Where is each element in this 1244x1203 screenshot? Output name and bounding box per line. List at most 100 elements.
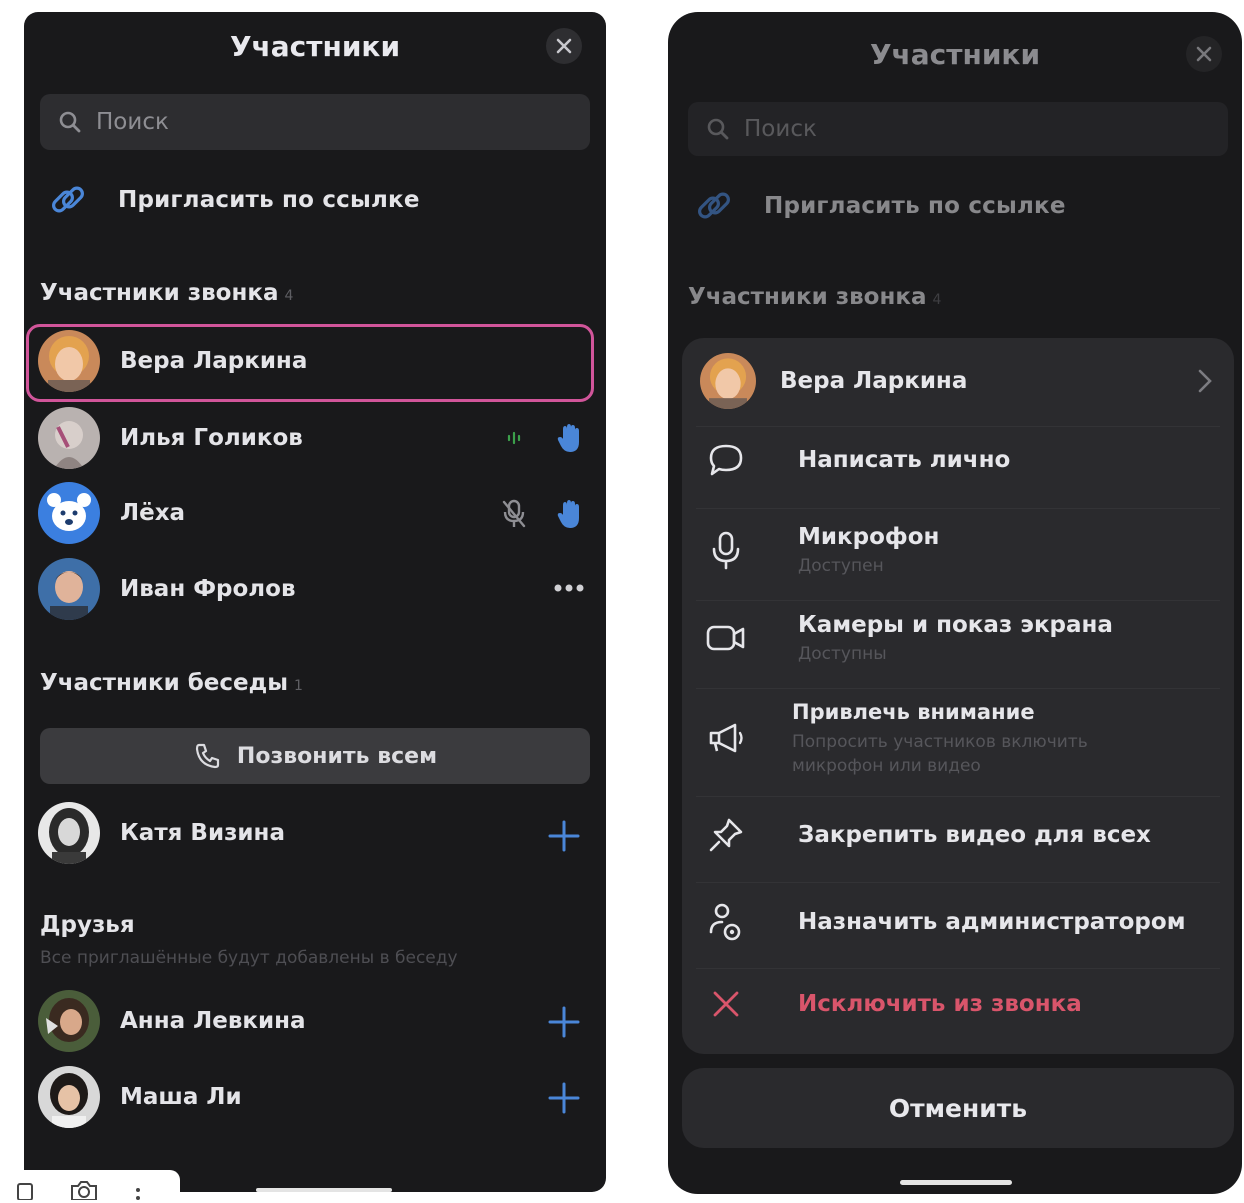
add-icon[interactable]: [548, 820, 580, 852]
close-button[interactable]: [1186, 36, 1222, 72]
search-field[interactable]: [40, 94, 590, 150]
home-indicator: [256, 1188, 392, 1192]
microphone-label: Микрофон: [798, 524, 940, 550]
avatar: [38, 1066, 100, 1128]
search-icon: [707, 118, 729, 140]
camera-screen-button[interactable]: Камеры и показ экрана Доступны: [706, 612, 1113, 664]
message-icon: [709, 444, 743, 476]
camera-icon: [706, 625, 745, 651]
divider: [696, 426, 1220, 427]
friend-row[interactable]: Анна Левкина: [38, 990, 306, 1052]
participant-name: Илья Голиков: [120, 425, 303, 451]
call-all-label: Позвонить всем: [236, 743, 438, 769]
call-all-button[interactable]: Позвонить всем: [40, 728, 590, 784]
mic-icon: [712, 531, 740, 570]
participants-panel-left: Участники Пригласить по ссылке Участники…: [24, 12, 606, 1192]
participant-row[interactable]: Вера Ларкина: [38, 330, 307, 392]
request-attention-button[interactable]: Привлечь внимание Попросить участников в…: [706, 700, 1088, 776]
microphone-status: Доступен: [798, 556, 884, 576]
chat-participants-title: Участники беседы: [40, 670, 289, 696]
chat-participant-row[interactable]: Катя Визина: [38, 802, 285, 864]
message-privately-button[interactable]: Написать лично: [706, 442, 1010, 478]
camera-screen-status: Доступны: [798, 644, 887, 664]
more-vertical-icon[interactable]: [134, 1174, 142, 1200]
participant-row[interactable]: Иван Фролов: [38, 558, 296, 620]
friend-row[interactable]: Маша Ли: [38, 1066, 242, 1128]
page-title: Участники: [229, 30, 401, 63]
pin-video-button[interactable]: Закрепить видео для всех: [706, 816, 1151, 854]
participant-name: Катя Визина: [120, 820, 285, 846]
make-admin-label: Назначить администратором: [798, 909, 1186, 935]
avatar: [38, 330, 100, 392]
friend-name: Анна Левкина: [120, 1008, 306, 1034]
add-icon[interactable]: [548, 1082, 580, 1114]
device-icon[interactable]: [16, 1174, 34, 1200]
participant-name: Лёха: [120, 500, 186, 526]
avatar: [38, 990, 100, 1052]
sound-wave-icon: [507, 431, 521, 445]
chat-participants-count: 1: [294, 678, 303, 694]
call-participants-count: 4: [932, 292, 942, 308]
megaphone-icon: [709, 723, 743, 753]
close-button[interactable]: [546, 28, 582, 64]
invite-link-label: Пригласить по ссылке: [118, 187, 420, 213]
friends-title: Друзья: [40, 912, 135, 938]
divider: [696, 882, 1220, 883]
camera-screen-label: Камеры и показ экрана: [798, 612, 1113, 638]
divider: [696, 796, 1220, 797]
request-attention-label: Привлечь внимание: [792, 700, 1035, 724]
participant-header-row[interactable]: Вера Ларкина: [700, 348, 1220, 414]
link-icon: [52, 186, 84, 213]
divider: [696, 600, 1220, 601]
close-icon: [556, 38, 572, 54]
participants-panel-right: Участники Пригласить по ссылке Участники…: [668, 12, 1242, 1194]
search-input[interactable]: [96, 109, 516, 135]
participant-name: Вера Ларкина: [780, 368, 968, 394]
raised-hand-icon: [557, 424, 579, 452]
avatar: [700, 353, 756, 409]
participant-name: Вера Ларкина: [120, 348, 308, 374]
page-title: Участники: [869, 38, 1041, 71]
remove-from-call-label: Исключить из звонка: [798, 991, 1082, 1017]
invite-link-label: Пригласить по ссылке: [764, 193, 1066, 219]
cancel-button[interactable]: Отменить: [682, 1068, 1234, 1148]
raised-hand-icon: [557, 500, 579, 528]
remove-from-call-button[interactable]: Исключить из звонка: [706, 990, 1082, 1018]
search-field[interactable]: [688, 102, 1228, 156]
invite-link-button[interactable]: Пригласить по ссылке: [48, 180, 420, 220]
participant-row[interactable]: Илья Голиков: [38, 407, 303, 469]
call-participants-header: Участники звонка 4: [40, 280, 293, 306]
avatar: [38, 482, 100, 544]
participant-name: Иван Фролов: [120, 576, 296, 602]
divider: [696, 688, 1220, 689]
admin-icon: [709, 903, 741, 941]
call-participants-title: Участники звонка: [40, 280, 279, 306]
divider: [696, 968, 1220, 969]
avatar: [38, 802, 100, 864]
microphone-button[interactable]: Микрофон Доступен: [706, 524, 939, 576]
friends-subtitle: Все приглашённые будут добавлены в бесед…: [40, 948, 458, 968]
search-icon: [59, 111, 81, 133]
more-icon[interactable]: [552, 582, 586, 594]
add-icon[interactable]: [548, 1006, 580, 1038]
participant-row[interactable]: Лёха: [38, 482, 185, 544]
message-privately-label: Написать лично: [798, 447, 1011, 473]
call-participants-count: 4: [284, 288, 294, 304]
participant-action-sheet: Вера Ларкина Написать лично Микрофон Дос…: [682, 338, 1234, 1054]
cancel-label: Отменить: [888, 1093, 1028, 1123]
friend-name: Маша Ли: [120, 1084, 242, 1110]
request-attention-subtitle: Попросить участников включить: [792, 732, 1088, 752]
mic-off-icon: [502, 499, 526, 528]
pin-icon: [709, 818, 743, 852]
search-input[interactable]: [744, 116, 1164, 142]
request-attention-subtitle: микрофон или видео: [792, 756, 981, 776]
camera-icon[interactable]: [68, 1174, 100, 1200]
make-admin-button[interactable]: Назначить администратором: [706, 902, 1186, 942]
close-icon: [1196, 46, 1212, 62]
chat-participants-header: Участники беседы 1: [40, 670, 303, 696]
call-participants-header: Участники звонка 4: [688, 284, 941, 310]
pin-video-label: Закрепить видео для всех: [798, 822, 1151, 848]
link-icon: [698, 192, 730, 219]
bottom-toolbar: [0, 1170, 180, 1203]
invite-link-button[interactable]: Пригласить по ссылке: [694, 186, 1066, 226]
